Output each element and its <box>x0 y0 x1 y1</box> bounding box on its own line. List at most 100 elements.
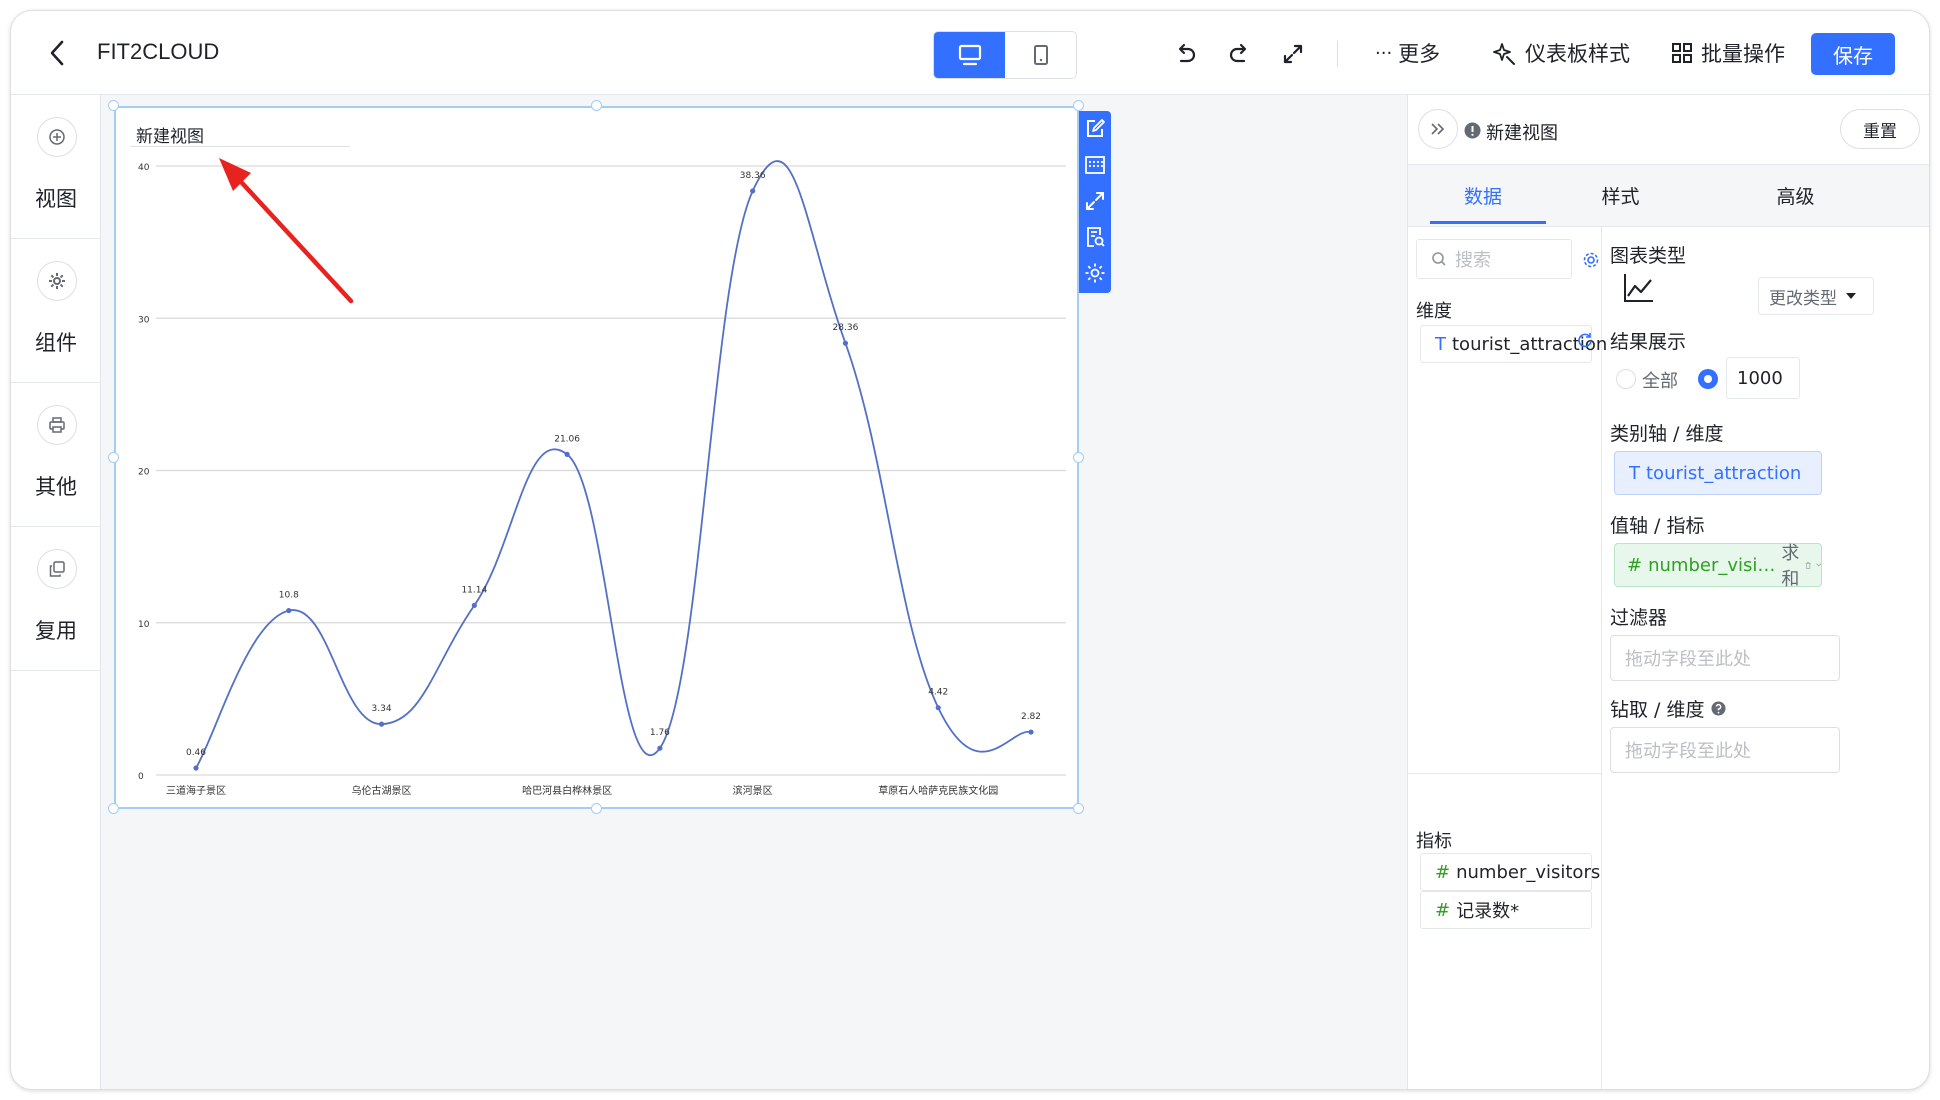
dataset-fields-column: 搜索 维度 T tourist_attraction 指标 # number_v… <box>1408 227 1607 1089</box>
y-tick-label: 40 <box>138 163 150 173</box>
splitter[interactable] <box>1408 773 1602 774</box>
dimension-field-item[interactable]: T tourist_attraction <box>1420 325 1607 363</box>
settings-button[interactable] <box>1079 255 1111 291</box>
save-button[interactable]: 保存 <box>1811 33 1895 75</box>
dimension-title: 维度 <box>1416 301 1452 322</box>
data-label: 21.06 <box>554 434 580 444</box>
tab-style[interactable]: 样式 <box>1558 165 1683 225</box>
sidebar-item-reuse[interactable]: 复用 <box>11 527 101 671</box>
monitor-icon <box>958 44 981 66</box>
resize-handle-left[interactable] <box>108 452 119 463</box>
view-name: 新建视图 <box>1486 123 1558 144</box>
reset-button[interactable]: 重置 <box>1840 109 1920 149</box>
sidebar-item-view[interactable]: 视图 <box>11 95 101 239</box>
result-limit-radio[interactable] <box>1698 369 1718 389</box>
resize-handle-top[interactable] <box>591 100 602 111</box>
resize-handle-bl[interactable] <box>108 803 119 814</box>
component-sidebar: 视图 组件 其他 复用 <box>11 95 101 1089</box>
resize-handle-br[interactable] <box>1073 803 1084 814</box>
more-button[interactable]: ··· 更多 <box>1375 35 1440 71</box>
tab-advanced[interactable]: 高级 <box>1733 165 1858 225</box>
resize-handle-tr[interactable] <box>1073 100 1084 111</box>
metric-field-item[interactable]: # number_visitors <box>1420 853 1600 891</box>
fullscreen-button[interactable] <box>1278 39 1308 69</box>
mobile-mode-button[interactable] <box>1005 32 1076 78</box>
batch-operation-button[interactable]: 批量操作 <box>1671 35 1785 71</box>
resize-handle-right[interactable] <box>1073 452 1084 463</box>
category-axis-field[interactable]: T tourist_attraction <box>1614 451 1822 495</box>
dots-grid-icon <box>1085 156 1105 174</box>
x-tick-label: 三道海子景区 <box>166 784 226 797</box>
resize-handle-bottom[interactable] <box>591 803 602 814</box>
trash-icon[interactable] <box>1805 558 1812 573</box>
field-settings-icon[interactable] <box>1582 251 1600 269</box>
dashboard-style-button[interactable]: 仪表板样式 <box>1493 35 1630 71</box>
chevron-down-icon[interactable] <box>1815 561 1821 569</box>
value-axis-field[interactable]: # number_visi… 求和 <box>1614 543 1822 590</box>
tab-data[interactable]: 数据 <box>1408 165 1558 225</box>
data-point <box>564 451 570 457</box>
chevron-left-icon <box>50 40 64 66</box>
data-label: 10.8 <box>279 591 299 601</box>
metric-field-item[interactable]: # 记录数* <box>1420 891 1592 929</box>
data-label: 0.46 <box>186 748 206 758</box>
info-icon <box>1464 122 1481 139</box>
metric-field-label: 记录数* <box>1456 901 1520 922</box>
result-count-input[interactable]: 1000 <box>1726 357 1800 399</box>
x-tick-label: 乌伦古湖景区 <box>352 784 412 797</box>
more-label: 更多 <box>1398 42 1441 66</box>
refresh-icon[interactable] <box>1576 331 1594 349</box>
active-tab-indicator <box>1430 221 1546 224</box>
result-all-radio[interactable] <box>1616 369 1636 389</box>
layout-button[interactable] <box>1079 147 1111 183</box>
panel-tabs: 数据 样式 高级 <box>1408 165 1929 227</box>
drill-drop-zone[interactable]: 拖动字段至此处 <box>1610 727 1840 773</box>
document-search-icon <box>1087 227 1105 247</box>
sidebar-item-other[interactable]: 其他 <box>11 383 101 527</box>
undo-icon <box>1178 43 1196 63</box>
redo-button[interactable] <box>1224 39 1254 69</box>
redo-icon <box>1229 43 1247 63</box>
annotation-arrow <box>219 158 354 304</box>
metric-title: 指标 <box>1416 831 1452 852</box>
change-type-select[interactable]: 更改类型 <box>1758 277 1874 315</box>
help-icon[interactable] <box>1711 701 1726 716</box>
sidebar-item-component[interactable]: 组件 <box>11 239 101 383</box>
x-tick-label: 哈巴河县白桦林景区 <box>522 784 612 797</box>
data-label: 4.42 <box>928 688 948 698</box>
sidebar-item-label: 复用 <box>35 619 77 643</box>
result-display-title: 结果展示 <box>1610 331 1687 353</box>
undo-button[interactable] <box>1171 39 1201 69</box>
data-point <box>378 721 385 727</box>
data-label: 3.34 <box>372 704 392 714</box>
number-type-icon: # <box>1435 899 1451 921</box>
category-axis-title: 类别轴 / 维度 <box>1610 423 1724 445</box>
back-button[interactable] <box>39 35 75 71</box>
panel-header: 新建视图 重置 <box>1408 95 1929 165</box>
plus-circle-icon <box>37 117 77 157</box>
resize-handle-tl[interactable] <box>108 100 119 111</box>
top-toolbar: FIT2CLOUD ··· 更多 仪表板样式 批量操作 保存 <box>11 11 1929 95</box>
phone-icon <box>1033 45 1048 65</box>
data-point <box>471 602 477 608</box>
collapse-panel-button[interactable] <box>1418 109 1458 149</box>
desktop-mode-button[interactable] <box>934 32 1005 78</box>
data-point <box>1028 729 1034 735</box>
enlarge-button[interactable] <box>1079 183 1111 219</box>
data-point <box>657 745 663 751</box>
field-search-input[interactable]: 搜索 <box>1416 239 1572 279</box>
caret-down-icon <box>1846 293 1856 299</box>
y-tick-label: 20 <box>138 468 150 478</box>
line-chart-type-icon <box>1624 274 1653 302</box>
search-icon <box>1432 252 1446 266</box>
filter-drop-zone[interactable]: 拖动字段至此处 <box>1610 635 1840 681</box>
edit-button[interactable] <box>1079 111 1111 147</box>
data-label: 11.14 <box>461 585 487 595</box>
toolbar-divider <box>1337 41 1338 67</box>
x-tick-label: 滨河景区 <box>733 784 773 797</box>
chart-edit-panel: 新建视图 重置 数据 样式 高级 搜索 维度 T tourist_attract… <box>1407 95 1929 1089</box>
magic-wand-icon <box>1493 43 1515 65</box>
gear-icon <box>37 261 77 301</box>
data-label: 28.36 <box>833 323 859 333</box>
details-button[interactable] <box>1079 219 1111 255</box>
